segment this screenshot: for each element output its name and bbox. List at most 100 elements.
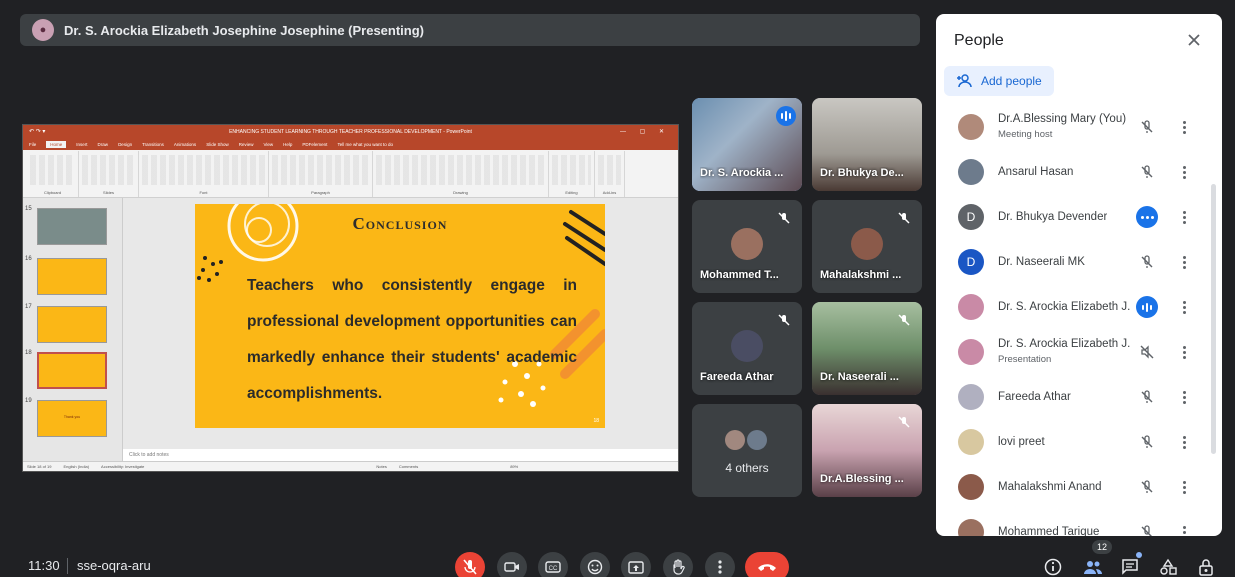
tile-dr-bhukya[interactable]: Dr. Bhukya De...: [812, 98, 922, 191]
menu-file: File: [29, 141, 37, 147]
presenter-name: Dr. S. Arockia Elizabeth Josephine Josep…: [64, 22, 425, 38]
call-end-icon: [758, 564, 776, 571]
participant-row[interactable]: Mahalakshmi Anand: [936, 465, 1211, 509]
info-icon: [1044, 558, 1062, 576]
participant-role: Meeting host: [998, 129, 1053, 140]
participant-role: Presentation: [998, 354, 1052, 365]
participant-row[interactable]: D Dr. Naseerali MK: [936, 240, 1211, 284]
more-options-icon[interactable]: [1176, 116, 1192, 138]
thumbnail-19: 19 Thank you: [23, 398, 123, 438]
tile-others[interactable]: 4 others: [692, 404, 802, 497]
menu-slideshow: Slide Show: [206, 141, 229, 147]
slide-body-text: Teachers who consistently engage in prof…: [247, 277, 577, 402]
person-add-icon: [957, 74, 972, 88]
tile-dr-naseerali[interactable]: Dr. Naseerali ...: [812, 302, 922, 395]
slide-title: Conclusion: [352, 214, 448, 233]
meeting-code: sse-oqra-aru: [77, 558, 151, 573]
participant-row[interactable]: D Dr. Bhukya Devender: [936, 195, 1211, 239]
participant-row[interactable]: Ansarul Hasan: [936, 150, 1211, 194]
tile-mohammed[interactable]: Mohammed T...: [692, 200, 802, 293]
menu-insert: Insert: [76, 141, 88, 147]
more-options-button[interactable]: [705, 552, 735, 577]
participant-row[interactable]: Mohammed Tarique: [936, 510, 1211, 536]
present-icon: [628, 560, 644, 574]
meeting-clock: 11:30: [28, 558, 60, 573]
avatar: [731, 228, 763, 260]
more-options-icon[interactable]: [1176, 206, 1192, 228]
participant-row[interactable]: Dr.A.Blessing Mary (You) Meeting host: [936, 105, 1211, 149]
thumbnail-15: 15: [23, 206, 123, 246]
tile-fareeda[interactable]: Fareeda Athar: [692, 302, 802, 395]
others-count: 4 others: [725, 461, 769, 475]
slide-number: 18: [593, 418, 599, 424]
participant-row[interactable]: lovi preet: [936, 420, 1211, 464]
captions-button[interactable]: CC: [538, 552, 568, 577]
mic-off-icon: [1136, 431, 1158, 453]
tile-mahalakshmi[interactable]: Mahalakshmi ...: [812, 200, 922, 293]
svg-text:CC: CC: [549, 566, 558, 572]
ppt-ribbon: Clipboard Slides Font Paragraph Drawing …: [23, 150, 678, 198]
activities-button[interactable]: [1155, 554, 1181, 577]
add-people-button[interactable]: Add people: [944, 66, 1054, 96]
add-people-label: Add people: [981, 74, 1042, 88]
others-avatars: [725, 430, 767, 450]
tile-name: Dr. Bhukya De...: [820, 167, 904, 179]
mic-off-icon: [774, 310, 794, 330]
close-icon[interactable]: [1182, 28, 1206, 52]
tile-dr-a-blessing[interactable]: Dr.A.Blessing ...: [812, 404, 922, 497]
host-controls-button[interactable]: [1193, 554, 1219, 577]
tile-name: Fareeda Athar: [700, 371, 774, 383]
more-options-icon[interactable]: [1176, 431, 1192, 453]
present-screen-button[interactable]: [621, 552, 651, 577]
more-options-icon[interactable]: [1176, 296, 1192, 318]
ribbon-clipboard: Clipboard: [27, 151, 79, 197]
participant-row[interactable]: Dr. S. Arockia Elizabeth J...: [936, 285, 1211, 329]
tile-dr-s-arockia[interactable]: Dr. S. Arockia ...: [692, 98, 802, 191]
more-options-icon[interactable]: [1176, 161, 1192, 183]
tile-name: Dr. Naseerali ...: [820, 371, 899, 383]
window-controls-icon: — ▢ ✕: [619, 129, 670, 135]
menu-home: Home: [46, 140, 67, 148]
meeting-details-button[interactable]: [1040, 554, 1066, 577]
more-options-icon[interactable]: [1176, 341, 1192, 363]
camera-toggle-button[interactable]: [497, 552, 527, 577]
closed-captions-icon: CC: [545, 561, 561, 573]
audio-dots-icon: [1136, 206, 1158, 228]
raise-hand-button[interactable]: [663, 552, 693, 577]
current-slide: Conclusion Teachers who consistently eng…: [195, 204, 605, 428]
mic-toggle-button[interactable]: [455, 552, 485, 577]
thumbnail-18: 18: [23, 350, 123, 390]
more-vert-icon: [718, 560, 722, 574]
emoji-icon: [587, 559, 603, 575]
participant-name: Dr. Bhukya Devender: [998, 211, 1108, 223]
mic-off-icon: [774, 208, 794, 228]
more-options-icon[interactable]: [1176, 521, 1192, 536]
menu-help: Help: [283, 141, 293, 147]
menu-draw: Draw: [97, 141, 109, 147]
mic-off-icon: [1136, 386, 1158, 408]
divider: [67, 558, 68, 574]
leave-call-button[interactable]: [745, 552, 789, 577]
participant-name: Mahalakshmi Anand: [998, 481, 1102, 493]
more-options-icon[interactable]: [1176, 251, 1192, 273]
participant-name: Mohammed Tarique: [998, 526, 1100, 536]
menu-review: Review: [238, 141, 254, 147]
participant-name: Dr. S. Arockia Elizabeth J...: [998, 301, 1130, 313]
ppt-statusbar: Slide 18 of 19 English (India) Accessibi…: [23, 461, 678, 471]
participant-list: Dr.A.Blessing Mary (You) Meeting host An…: [936, 102, 1222, 536]
reactions-button[interactable]: [580, 552, 610, 577]
ribbon-addins: Add-ins: [595, 151, 625, 197]
activities-icon: [1160, 558, 1177, 575]
menu-transitions: Transitions: [142, 141, 164, 147]
camera-icon: [504, 562, 519, 572]
more-options-icon[interactable]: [1176, 476, 1192, 498]
mic-off-icon: [1136, 251, 1158, 273]
more-options-icon[interactable]: [1176, 386, 1192, 408]
participant-row[interactable]: Dr. S. Arockia Elizabeth J... Presentati…: [936, 330, 1211, 374]
volume-off-icon: [1136, 341, 1158, 363]
people-button[interactable]: [1080, 554, 1106, 577]
participant-row[interactable]: Fareeda Athar: [936, 375, 1211, 419]
scrollbar[interactable]: [1211, 184, 1216, 454]
avatar: [958, 519, 984, 536]
participant-name: Ansarul Hasan: [998, 166, 1074, 178]
